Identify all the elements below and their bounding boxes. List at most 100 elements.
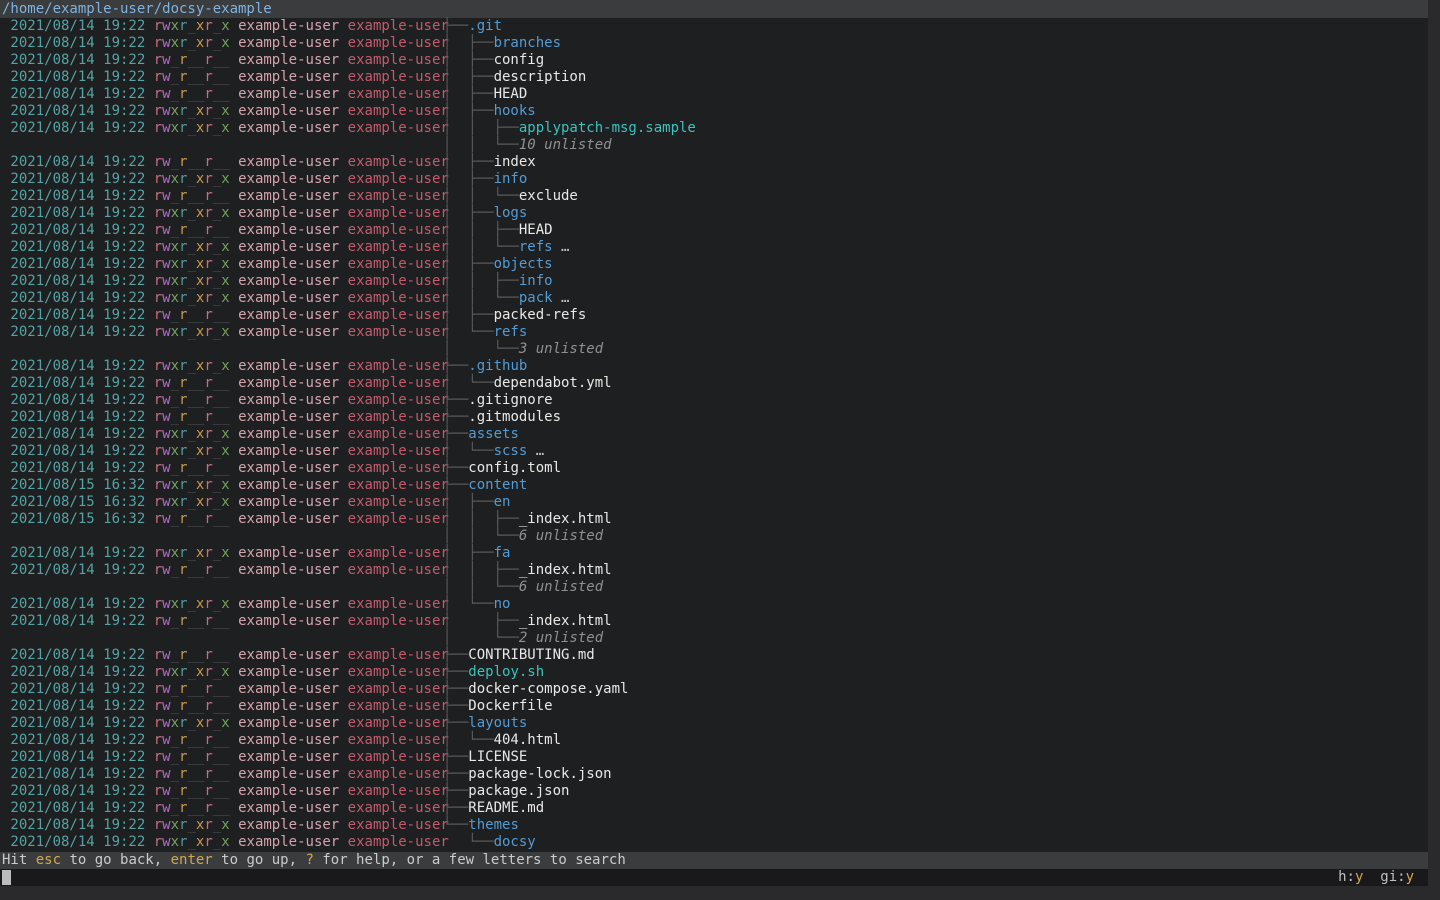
tree-row[interactable]: 2021/08/14 19:22 rwxr_xr_x example-user … bbox=[0, 120, 1428, 137]
tree-row[interactable]: 2021/08/14 19:22 rwxr_xr_x example-user … bbox=[0, 324, 1428, 341]
tree-entry: │ │ ├──HEAD bbox=[443, 222, 553, 239]
row-perm-char: _ bbox=[187, 613, 195, 629]
tree-row[interactable]: 2021/08/14 19:22 rwxr_xr_x example-user … bbox=[0, 834, 1428, 851]
tree-row[interactable]: 2021/08/15 16:32 rwxr_xr_x example-user … bbox=[0, 477, 1428, 494]
tree-row[interactable]: 2021/08/14 19:22 rw_r__r__ example-user … bbox=[0, 800, 1428, 817]
tree-row[interactable]: 2021/08/14 19:22 rw_r__r__ example-user … bbox=[0, 69, 1428, 86]
tree-row[interactable]: │ │ └──6 unlisted bbox=[0, 579, 1428, 596]
row-perm-char: _ bbox=[187, 120, 195, 136]
row-perm-char: _ bbox=[171, 766, 179, 782]
file-meta: 2021/08/14 19:22 rw_r__r__ example-user … bbox=[2, 732, 449, 749]
tree-row[interactable]: 2021/08/14 19:22 rw_r__r__ example-user … bbox=[0, 613, 1428, 630]
row-group: example-user bbox=[339, 613, 449, 629]
row-perm-char: _ bbox=[213, 69, 221, 85]
tree-row[interactable]: 2021/08/14 19:22 rwxr_xr_x example-user … bbox=[0, 426, 1428, 443]
file-meta: 2021/08/14 19:22 rw_r__r__ example-user … bbox=[2, 698, 449, 715]
tree-entry: ├──package.json bbox=[443, 783, 569, 800]
tree-row[interactable]: 2021/08/14 19:22 rw_r__r__ example-user … bbox=[0, 86, 1428, 103]
row-perm-char: w bbox=[162, 460, 170, 476]
tree-row[interactable]: 2021/08/14 19:22 rwxr_xr_x example-user … bbox=[0, 239, 1428, 256]
tree-row[interactable]: 2021/08/14 19:22 rw_r__r__ example-user … bbox=[0, 222, 1428, 239]
tree-row[interactable]: │ └──2 unlisted bbox=[0, 630, 1428, 647]
row-perm-char: _ bbox=[213, 324, 221, 340]
entry-name: pack bbox=[519, 290, 553, 306]
row-owner: example-user bbox=[230, 664, 340, 680]
tree-row[interactable]: 2021/08/14 19:22 rw_r__r__ example-user … bbox=[0, 460, 1428, 477]
row-perm-char: x bbox=[221, 817, 229, 833]
tree-row[interactable]: 2021/08/14 19:22 rwxr_xr_x example-user … bbox=[0, 35, 1428, 52]
tree-row[interactable]: 2021/08/14 19:22 rw_r__r__ example-user … bbox=[0, 681, 1428, 698]
tree-row[interactable]: 2021/08/14 19:22 rw_r__r__ example-user … bbox=[0, 154, 1428, 171]
tree-row[interactable]: 2021/08/14 19:22 rwxr_xr_x example-user … bbox=[0, 358, 1428, 375]
row-perm-char: w bbox=[162, 545, 170, 561]
tree-row[interactable]: 2021/08/14 19:22 rwxr_xr_x example-user … bbox=[0, 545, 1428, 562]
tree-row[interactable]: 2021/08/14 19:22 rw_r__r__ example-user … bbox=[0, 392, 1428, 409]
tree-row[interactable]: 2021/08/14 19:22 rwxr_xr_x example-user … bbox=[0, 290, 1428, 307]
row-perm-char: _ bbox=[187, 409, 195, 425]
row-owner: example-user bbox=[230, 324, 340, 340]
row-perm-char: x bbox=[171, 273, 179, 289]
entry-name: packed-refs bbox=[494, 307, 587, 323]
row-owner: example-user bbox=[230, 613, 340, 629]
row-owner: example-user bbox=[230, 749, 340, 765]
tree-row[interactable]: 2021/08/14 19:22 rw_r__r__ example-user … bbox=[0, 749, 1428, 766]
tree-branch-lines: │ ├── bbox=[443, 171, 494, 187]
file-meta: 2021/08/14 19:22 rw_r__r__ example-user … bbox=[2, 154, 449, 171]
row-perm-char: r bbox=[154, 324, 162, 340]
tree-row[interactable]: 2021/08/14 19:22 rwxr_xr_x example-user … bbox=[0, 715, 1428, 732]
tree-row[interactable]: 2021/08/14 19:22 rw_r__r__ example-user … bbox=[0, 766, 1428, 783]
tree-entry: ├──config.toml bbox=[443, 460, 561, 477]
row-perm-char: _ bbox=[221, 392, 229, 408]
row-perm-char: _ bbox=[187, 562, 195, 578]
tree-row[interactable]: 2021/08/14 19:22 rwxr_xr_x example-user … bbox=[0, 817, 1428, 834]
tree-row[interactable]: 2021/08/14 19:22 rwxr_xr_x example-user … bbox=[0, 256, 1428, 273]
tree-row[interactable]: 2021/08/14 19:22 rwxr_xr_x example-user … bbox=[0, 171, 1428, 188]
row-group: example-user bbox=[339, 188, 449, 204]
tree-row[interactable]: 2021/08/14 19:22 rw_r__r__ example-user … bbox=[0, 783, 1428, 800]
row-perm-char: r bbox=[154, 460, 162, 476]
tree-branch-lines: │ ├── bbox=[443, 494, 494, 510]
entry-name: refs bbox=[494, 324, 528, 340]
tree-row[interactable]: 2021/08/14 19:22 rwxr_xr_x example-user … bbox=[0, 664, 1428, 681]
tree-row[interactable]: 2021/08/14 19:22 rw_r__r__ example-user … bbox=[0, 307, 1428, 324]
row-group: example-user bbox=[339, 103, 449, 119]
tree-row[interactable]: 2021/08/14 19:22 rw_r__r__ example-user … bbox=[0, 375, 1428, 392]
tree-row[interactable]: 2021/08/14 19:22 rw_r__r__ example-user … bbox=[0, 647, 1428, 664]
row-group: example-user bbox=[339, 86, 449, 102]
row-perm-char: r bbox=[204, 800, 212, 816]
entry-name: Dockerfile bbox=[468, 698, 552, 714]
entry-name: themes bbox=[468, 817, 519, 833]
tree-row[interactable]: │ │ └──6 unlisted bbox=[0, 528, 1428, 545]
tree-row[interactable]: 2021/08/14 19:22 rw_r__r__ example-user … bbox=[0, 698, 1428, 715]
row-perm-char: w bbox=[162, 749, 170, 765]
row-perm-char: _ bbox=[221, 222, 229, 238]
row-perm-char: x bbox=[221, 120, 229, 136]
row-datetime: 2021/08/14 19:22 bbox=[2, 188, 154, 204]
tree-row[interactable]: 2021/08/14 19:22 rwxr_xr_x example-user … bbox=[0, 273, 1428, 290]
tree-row[interactable]: 2021/08/14 19:22 rwxr_xr_x example-user … bbox=[0, 103, 1428, 120]
row-perm-char: r bbox=[154, 18, 162, 34]
tree-row[interactable]: 2021/08/14 19:22 rw_r__r__ example-user … bbox=[0, 562, 1428, 579]
tree-row[interactable]: 2021/08/14 19:22 rwxr_xr_x example-user … bbox=[0, 205, 1428, 222]
search-input[interactable]: h:y gi:y bbox=[0, 869, 1428, 886]
row-perm-char: x bbox=[221, 324, 229, 340]
file-meta: 2021/08/15 16:32 rw_r__r__ example-user … bbox=[2, 511, 449, 528]
file-meta: 2021/08/14 19:22 rwxr_xr_x example-user … bbox=[2, 834, 449, 851]
tree-entry: ├──.gitmodules bbox=[443, 409, 561, 426]
tree-row[interactable]: │ │ └──10 unlisted bbox=[0, 137, 1428, 154]
row-datetime: 2021/08/14 19:22 bbox=[2, 800, 154, 816]
row-group: example-user bbox=[339, 460, 449, 476]
tree-row[interactable]: 2021/08/15 16:32 rwxr_xr_x example-user … bbox=[0, 494, 1428, 511]
tree-row[interactable]: 2021/08/15 16:32 rw_r__r__ example-user … bbox=[0, 511, 1428, 528]
file-meta: 2021/08/14 19:22 rw_r__r__ example-user … bbox=[2, 460, 449, 477]
tree-row[interactable]: 2021/08/14 19:22 rw_r__r__ example-user … bbox=[0, 409, 1428, 426]
tree-row[interactable]: 2021/08/14 19:22 rw_r__r__ example-user … bbox=[0, 188, 1428, 205]
tree-row[interactable]: 2021/08/14 19:22 rw_r__r__ example-user … bbox=[0, 732, 1428, 749]
tree-row[interactable]: 2021/08/14 19:22 rwxr_xr_x example-user … bbox=[0, 596, 1428, 613]
tree-row[interactable]: 2021/08/14 19:22 rwxr_xr_x example-user … bbox=[0, 443, 1428, 460]
tree-entry: │ │ ├──applypatch-msg.sample bbox=[443, 120, 696, 137]
tree-row[interactable]: │ └──3 unlisted bbox=[0, 341, 1428, 358]
tree-row[interactable]: 2021/08/14 19:22 rw_r__r__ example-user … bbox=[0, 52, 1428, 69]
row-perm-char: _ bbox=[171, 375, 179, 391]
tree-row[interactable]: 2021/08/14 19:22 rwxr_xr_x example-user … bbox=[0, 18, 1428, 35]
